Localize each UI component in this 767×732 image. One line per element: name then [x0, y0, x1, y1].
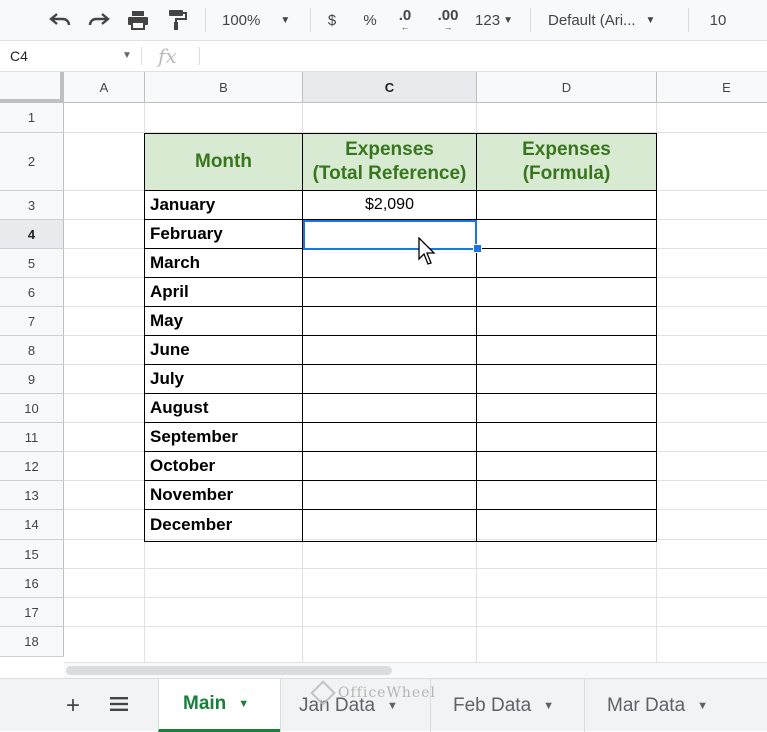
spreadsheet-grid: A B C D E 1 2 3 4 5 6 7 8 9 10 11 12 13 … [0, 72, 767, 662]
month-cell[interactable]: June [145, 336, 302, 364]
font-size-value: 10 [709, 11, 727, 29]
row-header-18[interactable]: 18 [0, 627, 64, 657]
chevron-down-icon: ▼ [645, 14, 656, 26]
add-sheet-icon[interactable]: + [66, 692, 80, 720]
row-header-11[interactable]: 11 [0, 423, 64, 452]
tab-label: Mar Data [607, 694, 686, 716]
row-header-17[interactable]: 17 [0, 598, 64, 627]
column-header-e[interactable]: E [657, 72, 767, 103]
row-header-2[interactable]: 2 [0, 133, 64, 191]
row-header-4[interactable]: 4 [0, 220, 64, 249]
month-cell[interactable]: December [145, 510, 302, 539]
watermark-logo-icon [310, 680, 336, 706]
toolbar: 100% ▼ $ % .0 ← .00 → 123 ▼ Default (Ari… [0, 0, 767, 40]
month-cell[interactable]: July [145, 365, 302, 393]
chevron-down-icon: ▼ [503, 14, 513, 26]
fx-icon: fx [158, 44, 177, 68]
column-header-d[interactable]: D [477, 72, 657, 103]
header-expenses-formula[interactable]: Expenses (Formula) [477, 134, 656, 190]
tab-feb-data[interactable]: Feb Data ▼ [430, 679, 584, 732]
column-header-c[interactable]: C [303, 72, 477, 103]
row-header-15[interactable]: 15 [0, 540, 64, 569]
paint-format-icon[interactable] [163, 4, 191, 36]
mouse-cursor-icon [418, 237, 436, 265]
tab-label: Main [183, 693, 227, 714]
percent-format-button[interactable]: % [360, 4, 380, 36]
active-cell-selection[interactable] [303, 220, 477, 250]
row-header-1[interactable]: 1 [0, 103, 64, 133]
scrollbar-thumb[interactable] [66, 666, 392, 675]
row-header-7[interactable]: 7 [0, 307, 64, 336]
tab-main[interactable]: Main ▼ [158, 679, 280, 732]
month-cell[interactable]: May [145, 307, 302, 335]
increase-decimal-label: .00 [437, 7, 459, 24]
horizontal-scrollbar[interactable] [64, 662, 767, 678]
select-all-corner[interactable] [0, 72, 64, 103]
column-header-b[interactable]: B [145, 72, 303, 103]
row-header-9[interactable]: 9 [0, 365, 64, 394]
row-header-8[interactable]: 8 [0, 336, 64, 365]
row-header-16[interactable]: 16 [0, 569, 64, 598]
currency-format-button[interactable]: $ [322, 4, 342, 36]
redo-icon[interactable] [85, 4, 113, 36]
month-cell[interactable]: January [145, 191, 302, 219]
decrease-decimal-label: .0 [398, 7, 412, 24]
zoom-value: 100% [222, 11, 261, 29]
tab-mar-data[interactable]: Mar Data ▼ [584, 679, 767, 732]
month-cell[interactable]: September [145, 423, 302, 451]
all-sheets-list-icon[interactable] [110, 696, 128, 717]
total-reference-value[interactable]: $2,090 [303, 191, 476, 219]
cell-reference: C4 [10, 48, 28, 64]
chevron-down-icon: ▼ [238, 698, 250, 710]
month-cell[interactable]: August [145, 394, 302, 422]
row-header-6[interactable]: 6 [0, 278, 64, 307]
column-header-a[interactable]: A [64, 72, 145, 103]
month-cell[interactable]: November [145, 481, 302, 509]
font-size-select[interactable]: 10 [706, 4, 730, 36]
row-header-5[interactable]: 5 [0, 249, 64, 278]
chevron-down-icon: ▼ [122, 50, 132, 61]
row-header-10[interactable]: 10 [0, 394, 64, 423]
header-expenses-total-reference[interactable]: Expenses (Total Reference) [303, 134, 476, 190]
font-family-value: Default (Ari... [548, 11, 636, 29]
header-month[interactable]: Month [145, 134, 302, 190]
row-header-12[interactable]: 12 [0, 452, 64, 481]
formula-bar: C4 ▼ fx [0, 40, 767, 72]
arrow-left-icon: ← [400, 22, 410, 32]
month-cell[interactable]: February [145, 220, 302, 248]
chevron-down-icon: ▼ [697, 699, 709, 712]
month-cell[interactable]: March [145, 249, 302, 277]
formula-input[interactable] [206, 47, 756, 67]
row-header-14[interactable]: 14 [0, 510, 64, 540]
month-cell[interactable]: October [145, 452, 302, 480]
increase-decimal-button[interactable]: .00 → [433, 4, 463, 36]
tab-label: Feb Data [453, 694, 532, 716]
fill-handle[interactable] [473, 244, 482, 253]
decrease-decimal-button[interactable]: .0 ← [393, 4, 417, 36]
chevron-down-icon: ▼ [543, 699, 555, 712]
font-family-select[interactable]: Default (Ari... ▼ [548, 4, 674, 36]
percent-label: % [363, 11, 377, 29]
watermark: OfficeWheel [310, 680, 436, 706]
chevron-down-icon: ▼ [280, 14, 291, 26]
print-icon[interactable] [124, 4, 152, 36]
row-header-13[interactable]: 13 [0, 481, 64, 510]
zoom-select[interactable]: 100% ▼ [222, 4, 302, 36]
more-formats-label: 123 [475, 11, 501, 29]
undo-icon[interactable] [46, 4, 74, 36]
arrow-right-icon: → [443, 22, 453, 32]
watermark-text: OfficeWheel [338, 685, 436, 701]
name-box[interactable]: C4 ▼ [0, 41, 140, 71]
more-formats-button[interactable]: 123 ▼ [472, 4, 516, 36]
currency-label: $ [327, 11, 337, 29]
row-header-3[interactable]: 3 [0, 191, 64, 220]
month-cell[interactable]: April [145, 278, 302, 306]
